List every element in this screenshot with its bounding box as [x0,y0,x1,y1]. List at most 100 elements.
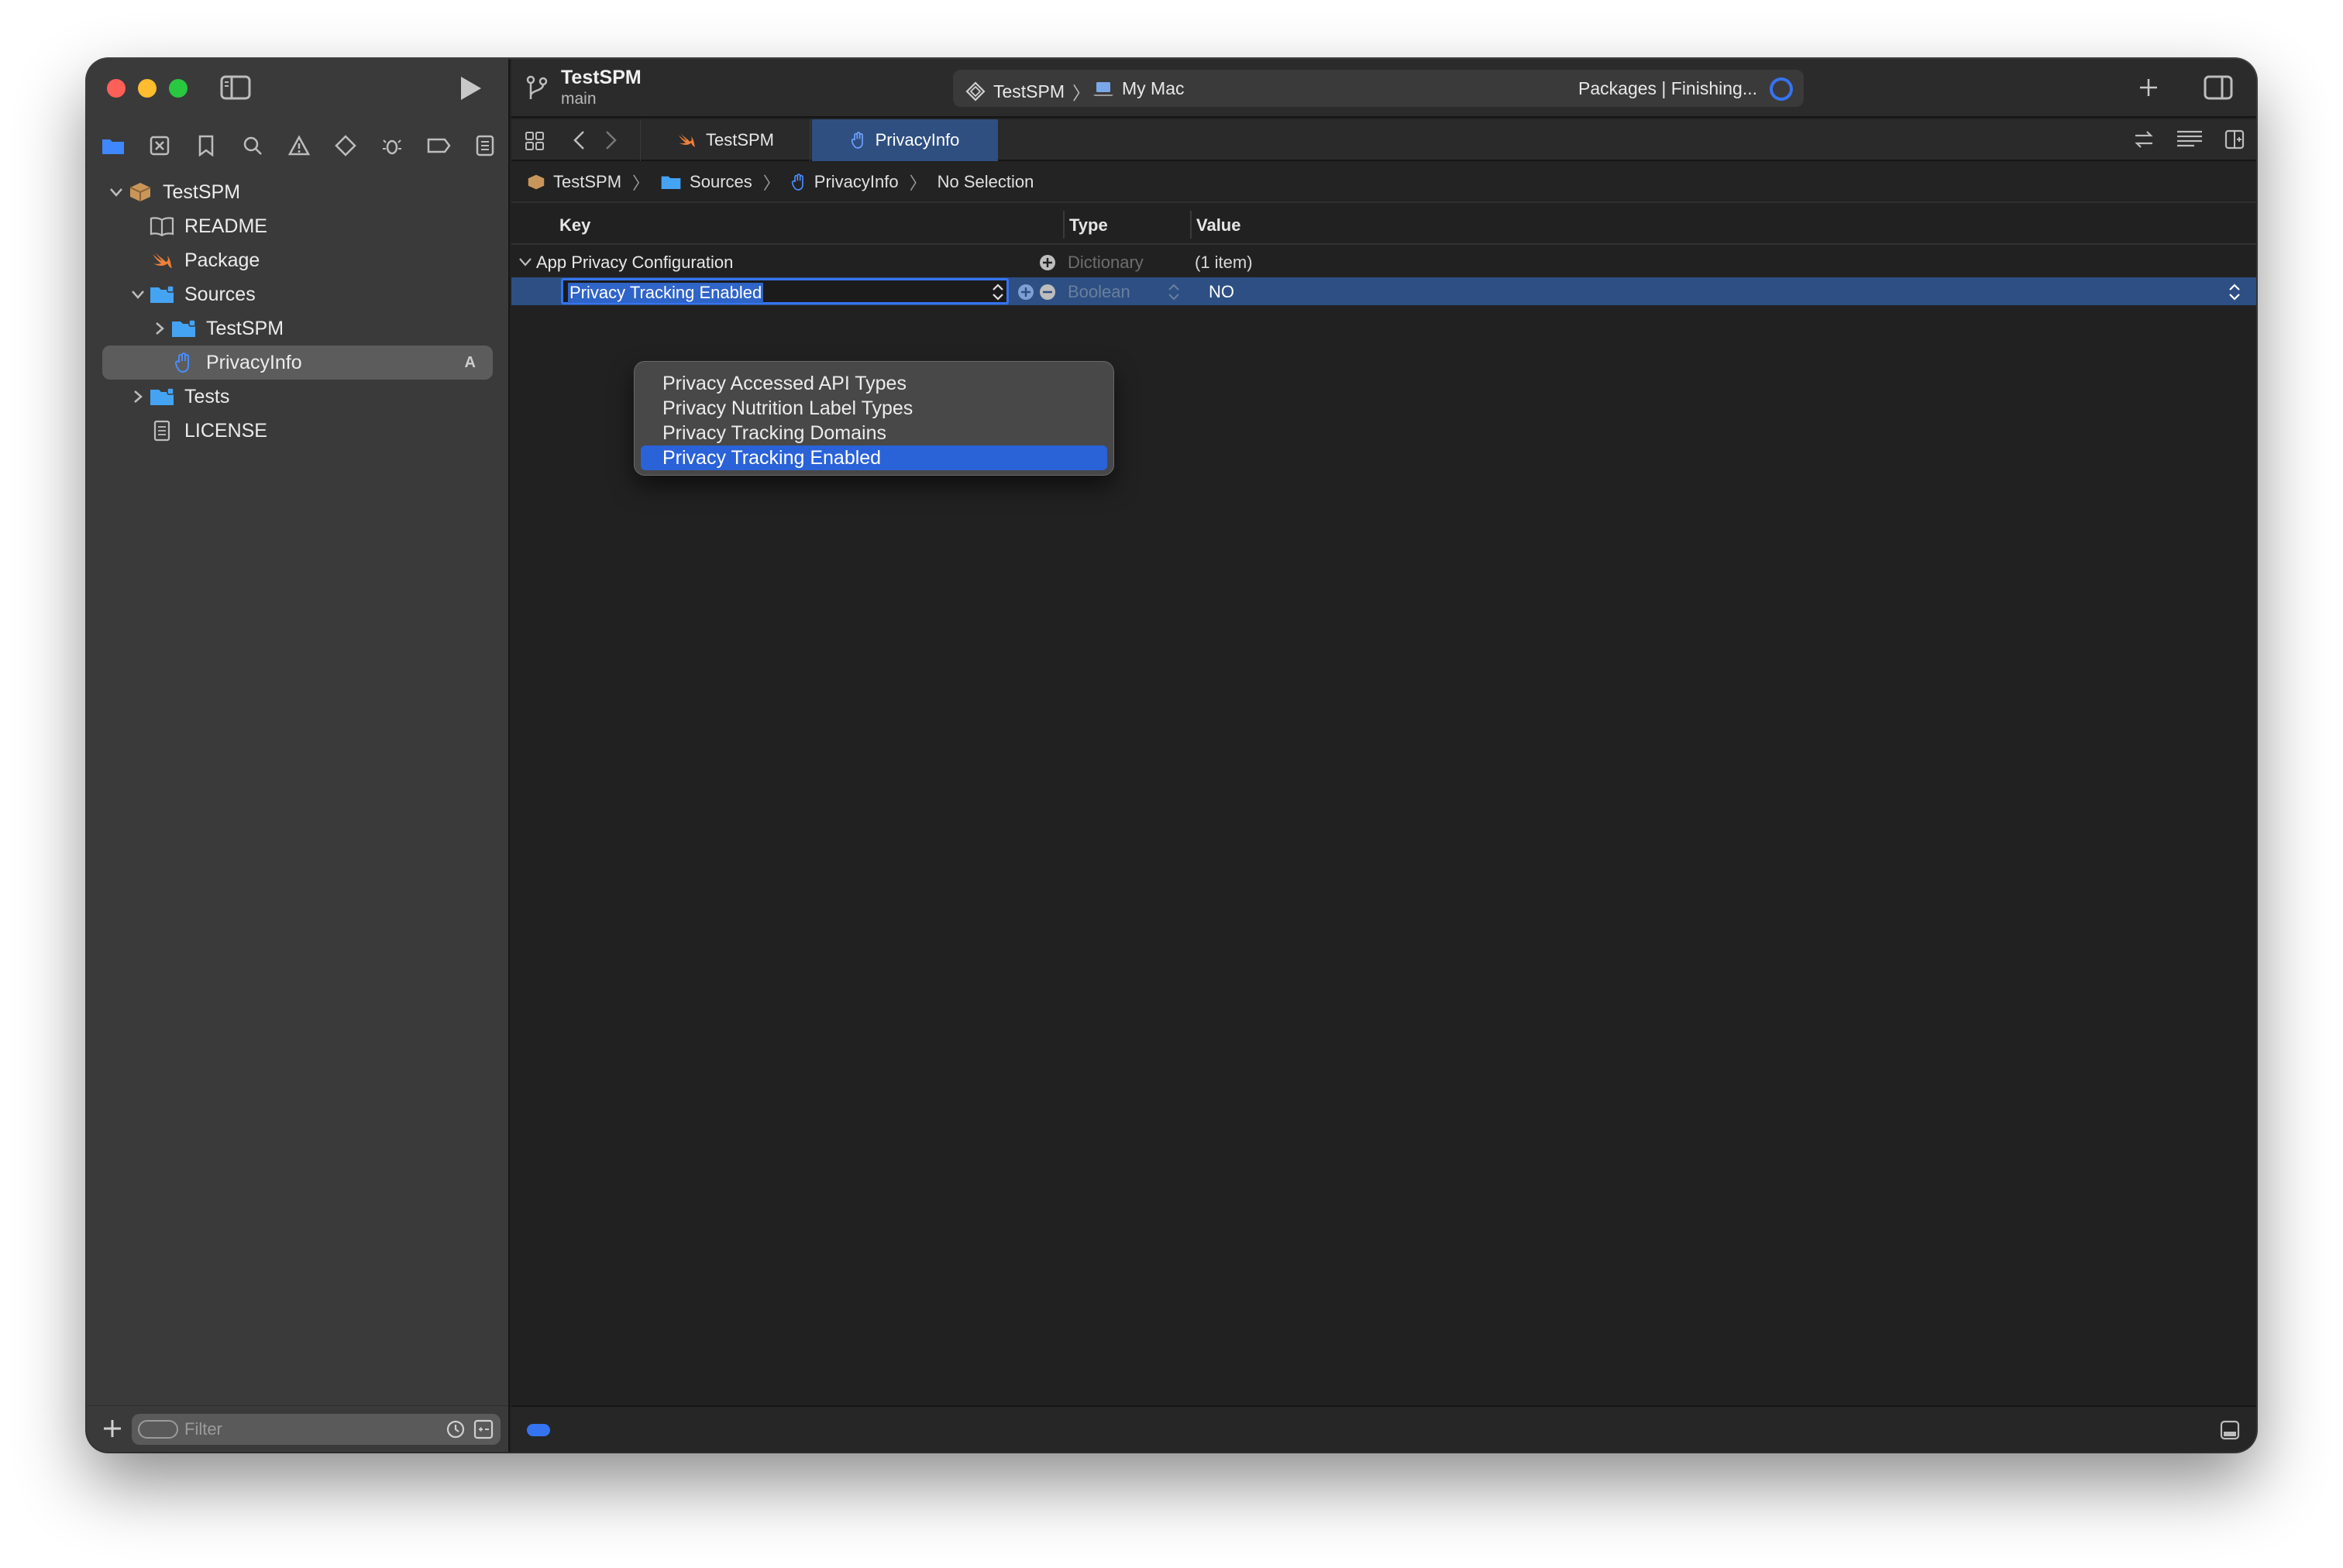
add-row-button[interactable] [1038,253,1057,272]
scheme-selector[interactable]: TestSPM 〉 [965,78,1090,105]
chevron-down-icon[interactable] [127,284,149,305]
plist-type[interactable]: Boolean [1068,282,1130,302]
destination-name: My Mac [1122,78,1185,98]
source-control-status-badge: A [464,353,476,371]
library-add-button[interactable] [2137,76,2160,99]
tree-item-readme[interactable]: README [87,209,508,243]
chevron-right-icon[interactable] [601,129,620,152]
tree-item-tests[interactable]: Tests [87,380,508,414]
add-row-button[interactable] [1017,283,1035,301]
branch-name[interactable]: main [561,90,597,108]
breadcrumb-label: PrivacyInfo [814,172,899,191]
breadcrumb-separator: 〉 [909,174,927,193]
plist-type[interactable]: Dictionary [1068,253,1144,273]
scheme-icon [965,81,986,101]
progress-spinner-icon [1770,77,1793,101]
activity-status-text: Packages | Finishing... [1578,78,1757,98]
remove-row-button[interactable] [1038,283,1057,301]
plist-row-selected[interactable]: Privacy Tracking Enabled Boolean NO [511,277,2256,305]
chevron-right-icon[interactable] [127,386,149,407]
window-toolbar: TestSPM main TestSPM 〉 My Mac Packages |… [511,59,2256,118]
breakpoint-icon[interactable] [423,130,454,161]
branch-icon [526,75,548,99]
source-control-filter-icon[interactable] [473,1418,494,1440]
add-file-button[interactable] [101,1417,124,1440]
dropdown-option[interactable]: Privacy Tracking Domains [641,421,1107,445]
book-icon [149,215,175,238]
breadcrumb-label: No Selection [937,172,1034,191]
warning-icon[interactable] [284,130,315,161]
filter-options-icon[interactable] [138,1420,178,1439]
breadcrumb-item-privacyinfo[interactable]: PrivacyInfo [791,172,899,192]
column-header-key[interactable]: Key [559,215,590,236]
scheme-name: TestSPM [993,81,1065,101]
dropdown-option-selected[interactable]: Privacy Tracking Enabled [641,445,1107,470]
tree-item-testspm-project[interactable]: TestSPM [87,175,508,209]
breadcrumb-item-selection[interactable]: No Selection [938,172,1034,192]
chevron-left-icon[interactable] [570,129,589,152]
test-icon[interactable] [330,130,361,161]
plist-row[interactable]: App Privacy Configuration Dictionary (1 … [511,248,2256,276]
report-icon[interactable] [470,130,501,161]
sidebar-toggle-icon[interactable] [220,74,251,101]
breadcrumb-label: TestSPM [553,172,622,191]
tree-item-license[interactable]: LICENSE [87,414,508,448]
code-review-icon[interactable] [2132,129,2155,150]
minimize-window-button[interactable] [138,79,157,98]
value-stepper-icon[interactable] [2227,282,2242,302]
chevron-down-icon[interactable] [105,181,127,203]
tree-item-label: Package [184,249,260,271]
chevron-right-icon[interactable] [149,318,170,339]
dropdown-option[interactable]: Privacy Nutrition Label Types [641,396,1107,421]
key-edit-field[interactable]: Privacy Tracking Enabled [561,278,1009,304]
column-header-type[interactable]: Type [1063,211,1108,239]
zoom-window-button[interactable] [169,79,188,98]
key-stepper-icon[interactable] [990,282,1006,302]
laptop-icon [1093,81,1113,96]
column-header-value[interactable]: Value [1190,211,1240,239]
project-title[interactable]: TestSPM [561,67,642,89]
tree-item-sources[interactable]: Sources [87,277,508,311]
toggle-breakpoints-indicator[interactable] [527,1424,550,1436]
run-button[interactable] [454,73,485,104]
tree-item-label: TestSPM [163,181,241,203]
debug-area-toggle-icon[interactable] [2219,1419,2241,1441]
xcode-window: TestSPM README Package Sources TestSPM P… [87,59,2256,1452]
folder-icon [170,317,197,340]
type-stepper-icon[interactable] [1167,282,1181,302]
tab-testspm[interactable]: TestSPM [640,119,810,161]
key-edit-text[interactable]: Privacy Tracking Enabled [568,283,764,303]
folder-icon[interactable] [98,130,129,161]
related-items-grid-icon[interactable] [524,130,545,152]
split-editor-icon[interactable] [2224,129,2245,150]
tree-item-label: Tests [184,385,230,407]
tab-privacyinfo[interactable]: PrivacyInfo [812,119,998,161]
recent-files-icon[interactable] [445,1418,466,1440]
swift-icon [149,249,175,272]
tree-item-package[interactable]: Package [87,243,508,277]
tab-label: PrivacyInfo [875,130,960,150]
filter-input[interactable] [184,1414,417,1445]
privacy-hand-icon [170,351,197,374]
navigator-filter-bar [87,1405,508,1452]
editor-options-icon[interactable] [2176,129,2204,150]
plist-value[interactable]: NO [1209,282,1234,302]
editor-status-bar [511,1405,2256,1452]
filter-field[interactable] [132,1414,501,1445]
source-control-icon[interactable] [144,130,175,161]
tree-item-privacyinfo[interactable]: PrivacyInfo A [102,346,493,380]
dropdown-option[interactable]: Privacy Accessed API Types [641,371,1107,396]
destination-selector[interactable]: My Mac [1092,78,1185,99]
breadcrumb-label: Sources [690,172,752,191]
search-icon[interactable] [237,130,268,161]
tree-item-testspm-folder[interactable]: TestSPM [87,311,508,346]
breadcrumb-item-sources[interactable]: Sources [660,172,752,192]
bookmark-icon[interactable] [191,130,222,161]
window-controls [107,79,188,98]
debug-icon[interactable] [377,130,408,161]
inspector-toggle-icon[interactable] [2204,74,2233,101]
navigator-sidebar: TestSPM README Package Sources TestSPM P… [87,59,510,1452]
breadcrumb-item-testspm[interactable]: TestSPM [527,172,621,192]
chevron-down-icon[interactable] [516,253,535,271]
close-window-button[interactable] [107,79,126,98]
